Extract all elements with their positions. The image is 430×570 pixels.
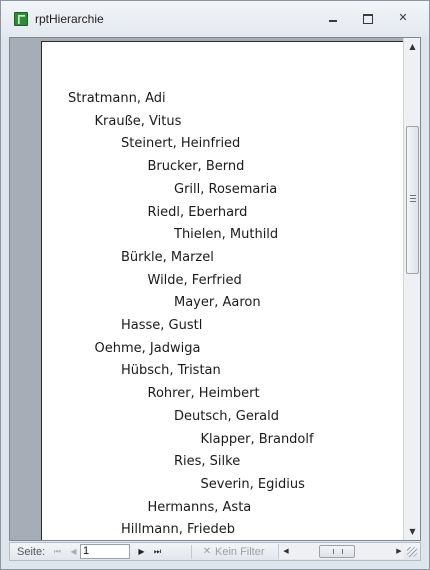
next-page-button[interactable]: ▶ (135, 545, 148, 559)
hierarchy-row: Steinert, Heinfried (121, 136, 241, 152)
hierarchy-row: Rohrer, Heimbert (147, 386, 260, 402)
page-number-field[interactable]: 1 (80, 544, 130, 559)
horizontal-scrollbar[interactable]: ◀ ▶ (278, 544, 404, 559)
hierarchy-row: Hasse, Gustl (121, 318, 203, 333)
horizontal-scroll-thumb[interactable] (319, 545, 355, 558)
filter-icon: ✕ (202, 546, 212, 557)
page-label: Seite: (17, 546, 46, 558)
previous-page-button[interactable]: ◀ (67, 545, 80, 559)
resize-grip-icon[interactable] (407, 547, 417, 557)
last-page-button[interactable]: ⏭ (151, 545, 164, 559)
hierarchy-row: Ries, Silke (174, 454, 241, 470)
hierarchy-row: Deutsch, Gerald (174, 408, 280, 424)
hierarchy-row: Wilde, Ferfried (147, 272, 242, 288)
separator (191, 545, 192, 559)
hierarchy-row: Thielen, Muthild (174, 227, 279, 243)
report-viewport: Stratmann, Adi Krauße, Vitus Steinert, Hei… (9, 37, 421, 541)
scroll-down-button[interactable]: ▼ (404, 523, 420, 540)
minimize-button[interactable] (323, 9, 343, 27)
hierarchy-row: Krauße, Vitus (94, 113, 182, 129)
hierarchy-row: Brucker, Bernd (147, 159, 245, 175)
hierarchy-row: Stratmann, Adi (68, 91, 166, 106)
hierarchy-row: Oehme, Jadwiga (94, 340, 201, 356)
vertical-scroll-thumb[interactable] (406, 126, 419, 274)
hierarchy-row: Mayer, Aaron (174, 295, 261, 311)
hierarchy-row: Hübsch, Tristan (121, 363, 221, 379)
report-page: Stratmann, Adi Krauße, Vitus Steinert, Hei… (41, 41, 414, 540)
hierarchy-row: Grill, Rosemaria (174, 181, 278, 197)
scroll-right-button[interactable]: ▶ (392, 544, 406, 559)
hierarchy-row: Bürkle, Marzel (121, 249, 214, 265)
hierarchy-row: Riedl, Eberhard (147, 204, 248, 220)
vertical-scrollbar[interactable]: ▲ ▼ (403, 38, 420, 540)
report-icon (14, 12, 28, 26)
title-bar[interactable]: rptHierarchie ✕ (1, 1, 429, 37)
close-button[interactable]: ✕ (393, 9, 413, 27)
hierarchy-row: Hillmann, Friedeb (121, 522, 235, 538)
hierarchy-row: Klapper, Brandolf (200, 431, 314, 447)
new-record-icon (168, 545, 181, 559)
hierarchy-row: Severin, Egidius (200, 476, 305, 492)
scroll-up-button[interactable]: ▲ (404, 38, 420, 55)
grip-icon (410, 195, 416, 202)
report-window: rptHierarchie ✕ Stratmann, Adi Krauße, Vi… (0, 0, 430, 570)
window-title: rptHierarchie (35, 12, 104, 26)
hierarchy-row: Hermanns, Asta (147, 499, 252, 515)
record-navigation-bar: Seite: ⏮ ◀ 1 ▶ ⏭ ✕ Kein Filter ◀ ▶ (9, 542, 421, 561)
maximize-button[interactable] (358, 9, 378, 27)
first-page-button[interactable]: ⏮ (51, 545, 64, 559)
scroll-left-button[interactable]: ◀ (279, 544, 293, 559)
filter-toggle-button[interactable]: Kein Filter (215, 546, 265, 558)
